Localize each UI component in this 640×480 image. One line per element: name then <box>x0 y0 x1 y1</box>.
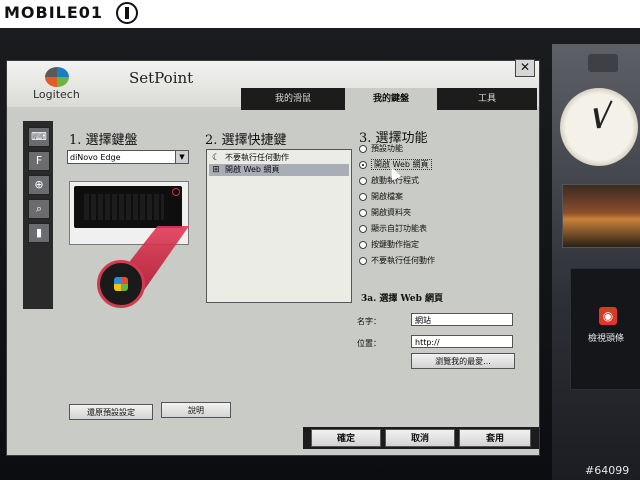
tab-tools[interactable]: 工具 <box>439 90 535 108</box>
keyboard-icon[interactable]: ⌨ <box>28 127 50 147</box>
logo-text: Logitech <box>33 88 80 101</box>
radio-open-file[interactable]: 開啟檔案 <box>359 190 403 204</box>
keyboard-select[interactable]: diNovo Edge ▼ <box>67 150 189 164</box>
radio-label: 預設功能 <box>371 144 403 153</box>
radio-label: 開啟檔案 <box>371 192 403 201</box>
brand-logo-icon <box>116 2 138 24</box>
location-input[interactable]: http:// <box>411 335 513 348</box>
radio-open-folder[interactable]: 開啟資料夾 <box>359 206 411 220</box>
radio-do-nothing[interactable]: 不要執行任何動作 <box>359 254 435 268</box>
help-button[interactable]: 說明 <box>161 402 231 418</box>
battery-icon[interactable]: ▮ <box>28 223 50 243</box>
radio-custom-menu[interactable]: 顯示自訂功能表 <box>359 222 427 236</box>
slideshow-gadget[interactable] <box>562 184 640 248</box>
moon-icon: ☾ <box>211 153 221 163</box>
keyboard-select-value: diNovo Edge <box>70 153 121 162</box>
list-item-label: 開啟 Web 網頁 <box>225 165 280 174</box>
list-item[interactable]: ⊞ 開啟 Web 網頁 <box>209 164 349 176</box>
tab-my-keyboard[interactable]: 我的鍵盤 <box>345 88 437 110</box>
clock-minute-hand <box>598 100 613 129</box>
radio-button[interactable] <box>359 193 367 201</box>
select-shortcut-heading: 2. 選擇快捷鍵 <box>205 133 287 148</box>
search-icon[interactable]: ⌕ <box>28 199 50 219</box>
radio-default-function[interactable]: 預設功能 <box>359 142 403 156</box>
clock-gadget[interactable] <box>560 88 638 166</box>
windows-logo-icon <box>114 277 128 291</box>
setpoint-window: Logitech SetPoint ✕ 我的滑鼠 我的鍵盤 工具 ⌨ F ⊕ ⌕… <box>6 59 540 456</box>
select-web-page-heading: 3a. 選擇 Web 網頁 <box>361 294 444 304</box>
radio-button[interactable] <box>359 209 367 217</box>
windows-icon: ⊞ <box>212 165 220 175</box>
radio-button[interactable] <box>359 241 367 249</box>
feed-headlines-label[interactable]: 檢視頭條 <box>571 331 640 344</box>
rss-icon: ◉ <box>599 307 617 325</box>
site-banner: MOBILE01 <box>0 0 640 28</box>
cancel-button[interactable]: 取消 <box>385 429 455 447</box>
radio-button[interactable] <box>359 161 367 169</box>
close-button[interactable]: ✕ <box>515 59 535 77</box>
windows-key-highlight <box>97 260 145 308</box>
feed-gadget[interactable]: ◉ 檢視頭條 <box>570 268 640 390</box>
app-title: SetPoint <box>129 69 194 87</box>
zoom-icon[interactable]: ⊕ <box>28 175 50 195</box>
radio-button[interactable] <box>359 257 367 265</box>
keyboard-indicator <box>172 188 180 196</box>
chevron-down-icon[interactable]: ▼ <box>175 151 188 163</box>
category-sidebar: ⌨ F ⊕ ⌕ ▮ <box>23 121 53 309</box>
list-item[interactable]: ☾ 不要執行任何動作 <box>209 152 349 164</box>
tab-bar: 我的滑鼠 我的鍵盤 工具 <box>241 88 537 110</box>
radio-button[interactable] <box>359 145 367 153</box>
restore-defaults-button[interactable]: 還原預設設定 <box>69 404 153 420</box>
ok-button[interactable]: 確定 <box>311 429 381 447</box>
browse-favorites-button[interactable]: 瀏覽我的最愛... <box>411 353 515 369</box>
radio-label: 顯示自訂功能表 <box>371 224 427 233</box>
dialog-button-bar: 確定 取消 套用 <box>303 427 539 449</box>
logitech-logo-icon <box>45 67 69 87</box>
f-key-icon[interactable]: F <box>28 151 50 171</box>
radio-label: 按鍵動作指定 <box>371 240 419 249</box>
radio-label: 不要執行任何動作 <box>371 256 435 265</box>
name-input[interactable]: 網站 <box>411 313 513 326</box>
watermark: #64099 <box>585 464 630 477</box>
gadget-controls[interactable] <box>588 54 618 72</box>
tab-my-mouse[interactable]: 我的滑鼠 <box>243 90 343 108</box>
apply-button[interactable]: 套用 <box>459 429 531 447</box>
select-keyboard-heading: 1. 選擇鍵盤 <box>69 133 138 148</box>
shortcut-list[interactable]: ☾ 不要執行任何動作 ⊞ 開啟 Web 網頁 <box>206 149 352 303</box>
radio-button[interactable] <box>359 177 367 185</box>
keyboard-body <box>74 186 182 228</box>
list-item-label: 不要執行任何動作 <box>225 153 289 162</box>
radio-label: 開啟資料夾 <box>371 208 411 217</box>
radio-label: 開啟 Web 網頁 <box>371 159 432 170</box>
brand-text: MOBILE01 <box>4 3 104 22</box>
location-label: 位置： <box>357 339 381 348</box>
radio-keystroke-assignment[interactable]: 按鍵動作指定 <box>359 238 419 252</box>
name-label: 名字： <box>357 317 381 326</box>
radio-button[interactable] <box>359 225 367 233</box>
